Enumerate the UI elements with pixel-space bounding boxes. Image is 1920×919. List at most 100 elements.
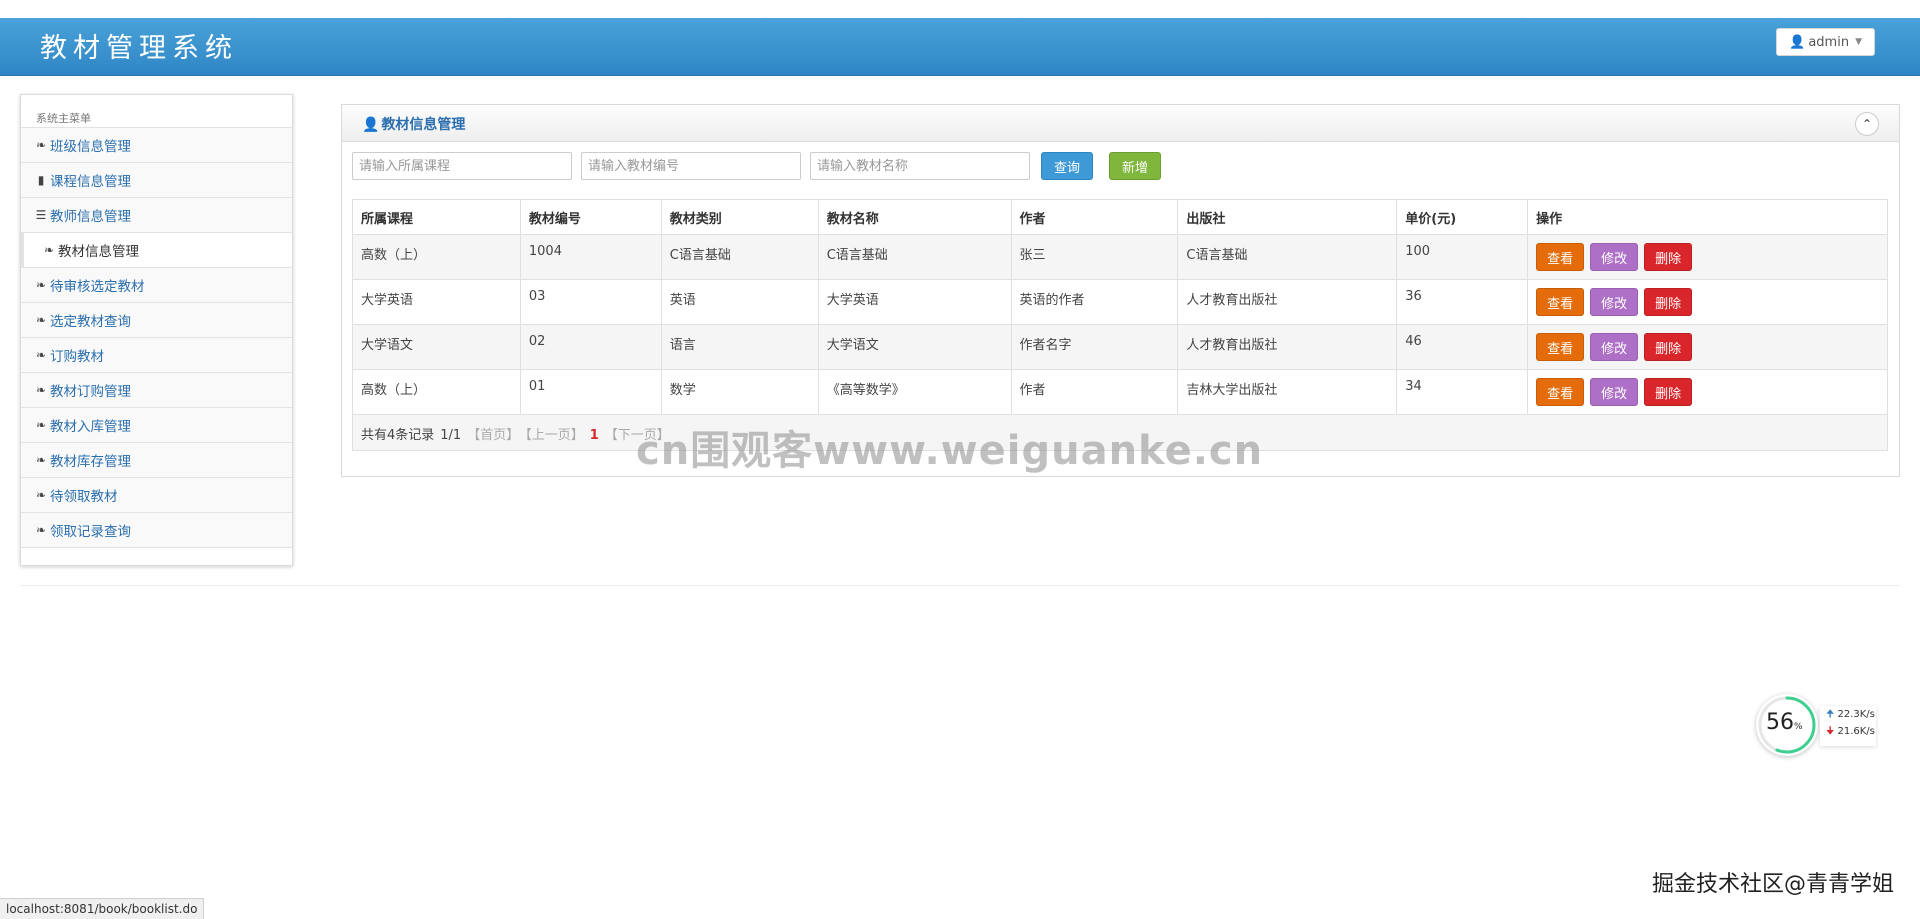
- cell-actions: 查看 修改 删除: [1527, 369, 1888, 415]
- top-navbar: 教材管理系统 👤 admin ▼: [0, 18, 1920, 76]
- first-page-link[interactable]: 【首页】: [467, 428, 519, 443]
- cell-publisher: 人才教育出版社: [1177, 324, 1398, 370]
- caret-down-icon: ▼: [1855, 37, 1862, 47]
- cell-price: 100: [1396, 234, 1529, 280]
- delete-button[interactable]: 删除: [1644, 243, 1693, 271]
- leaf-icon: ❧: [35, 383, 47, 397]
- user-menu-button[interactable]: 👤 admin ▼: [1776, 28, 1875, 56]
- sidebar-item-7[interactable]: ❧ 教材订购管理: [21, 373, 292, 408]
- sidebar-item-3[interactable]: ❧ 教材信息管理: [21, 233, 292, 268]
- book-table: 所属课程 教材编号 教材类别 教材名称 作者 出版社 单价(元) 操作 高数（上） 1004 C语…: [352, 199, 1888, 451]
- delete-button[interactable]: 删除: [1644, 333, 1693, 361]
- column-header[interactable]: 教材类别: [660, 199, 819, 235]
- query-button[interactable]: 查询: [1041, 152, 1094, 180]
- leaf-icon: ❧: [35, 313, 47, 327]
- sidebar-item-label: 订购教材: [50, 349, 104, 365]
- name-search-input[interactable]: [810, 152, 1030, 180]
- chevron-up-icon: ⌃: [1861, 117, 1873, 131]
- network-speed-widget[interactable]: 56% 🠉 22.3K/s 🠋 21.6K/s: [1756, 694, 1876, 760]
- sidebar-item-4[interactable]: ❧ 待审核选定教材: [21, 268, 292, 303]
- search-toolbar: 查询 新增: [352, 152, 1162, 180]
- add-button[interactable]: 新增: [1109, 152, 1162, 180]
- cell-price: 46: [1396, 324, 1529, 370]
- sidebar-item-label: 班级信息管理: [50, 139, 131, 155]
- column-header[interactable]: 教材名称: [817, 199, 1012, 235]
- sidebar-item-9[interactable]: ❧ 教材库存管理: [21, 443, 292, 478]
- sidebar-item-label: 选定教材查询: [50, 314, 131, 330]
- sidebar-item-label: 教材信息管理: [58, 244, 139, 260]
- sidebar-item-label: 待审核选定教材: [50, 279, 145, 295]
- network-speeds: 🠉 22.3K/s 🠋 21.6K/s: [1820, 706, 1876, 746]
- cell-actions: 查看 修改 删除: [1527, 234, 1888, 280]
- view-button[interactable]: 查看: [1536, 288, 1585, 316]
- column-header[interactable]: 出版社: [1177, 199, 1398, 235]
- panel-title: 👤 教材信息管理: [362, 114, 465, 134]
- cell-actions: 查看 修改 删除: [1527, 324, 1888, 370]
- sidebar-item-10[interactable]: ❧ 待领取教材: [21, 478, 292, 513]
- leaf-icon: ❧: [35, 453, 47, 467]
- edit-button[interactable]: 修改: [1590, 333, 1639, 361]
- column-header[interactable]: 作者: [1010, 199, 1179, 235]
- leaf-icon: ❧: [35, 488, 47, 502]
- sidebar-item-label: 待领取教材: [50, 489, 118, 505]
- code-search-input[interactable]: [581, 152, 801, 180]
- leaf-icon: ❧: [35, 348, 47, 362]
- cell-publisher: C语言基础: [1177, 234, 1398, 280]
- leaf-icon: ❧: [43, 243, 55, 257]
- delete-button[interactable]: 删除: [1644, 378, 1693, 406]
- leaf-icon: ❧: [35, 523, 47, 537]
- cell-course: 大学语文: [352, 324, 521, 370]
- panel-header: 👤 教材信息管理 ⌃: [342, 105, 1899, 142]
- list-icon: ☰: [35, 208, 47, 222]
- corner-watermark: 掘金技术社区@青青学姐: [1651, 872, 1894, 897]
- status-bar-url: localhost:8081/book/booklist.do: [0, 898, 205, 919]
- network-usage-value: 56%: [1766, 710, 1803, 735]
- course-search-input[interactable]: [352, 152, 572, 180]
- cell-course: 高数（上）: [352, 234, 521, 280]
- cell-price: 36: [1396, 279, 1529, 325]
- cell-code: 1004: [519, 234, 662, 280]
- column-header[interactable]: 教材编号: [519, 199, 662, 235]
- sidebar-item-6[interactable]: ❧ 订购教材: [21, 338, 292, 373]
- cell-publisher: 吉林大学出版社: [1177, 369, 1398, 415]
- sidebar-item-label: 教材库存管理: [50, 454, 131, 470]
- network-usage-ring: 56%: [1756, 694, 1818, 756]
- table-row: 大学英语 03 英语 大学英语 英语的作者 人才教育出版社 36 查看 修改 删除: [352, 279, 1888, 325]
- view-button[interactable]: 查看: [1536, 333, 1585, 361]
- sidebar-item-0[interactable]: ❧ 班级信息管理: [21, 128, 292, 163]
- prev-page-link[interactable]: 【上一页】: [525, 428, 584, 443]
- edit-button[interactable]: 修改: [1590, 288, 1639, 316]
- edit-button[interactable]: 修改: [1590, 243, 1639, 271]
- sidebar-item-label: 教师信息管理: [50, 209, 131, 225]
- view-button[interactable]: 查看: [1536, 243, 1585, 271]
- sidebar-item-5[interactable]: ❧ 选定教材查询: [21, 303, 292, 338]
- cell-course: 高数（上）: [352, 369, 521, 415]
- sidebar-item-label: 领取记录查询: [50, 524, 131, 540]
- download-speed: 21.6K/s: [1837, 726, 1875, 737]
- cell-code: 01: [519, 369, 662, 415]
- column-header[interactable]: 单价(元): [1396, 199, 1529, 235]
- delete-button[interactable]: 删除: [1644, 288, 1693, 316]
- sidebar-item-1[interactable]: ▮ 课程信息管理: [21, 163, 292, 198]
- sidebar-item-8[interactable]: ❧ 教材入库管理: [21, 408, 292, 443]
- bookmark-icon: ▮: [37, 173, 45, 187]
- sidebar-item-11[interactable]: ❧ 领取记录查询: [21, 513, 292, 548]
- upload-arrow-icon: 🠉: [1826, 709, 1835, 720]
- watermark-text: cn围观客www.weiguanke.cn: [636, 428, 1264, 474]
- table-row: 高数（上） 1004 C语言基础 C语言基础 张三 C语言基础 100 查看 修改 删除: [352, 234, 1888, 280]
- cell-name: 《高等数学》: [817, 369, 1012, 415]
- collapse-panel-button[interactable]: ⌃: [1855, 112, 1879, 136]
- current-page: 1: [589, 428, 599, 443]
- view-button[interactable]: 查看: [1536, 378, 1585, 406]
- cell-course: 大学英语: [352, 279, 521, 325]
- sidebar-item-2[interactable]: ☰ 教师信息管理: [21, 198, 292, 233]
- table-row: 高数（上） 01 数学 《高等数学》 作者 吉林大学出版社 34 查看 修改 删除: [352, 369, 1888, 415]
- cell-code: 02: [519, 324, 662, 370]
- cell-author: 张三: [1010, 234, 1179, 280]
- cell-actions: 查看 修改 删除: [1527, 279, 1888, 325]
- sidebar-menu: 系统主菜单 ❧ 班级信息管理 ▮ 课程信息管理 ☰ 教师信息管理 ❧ 教材信息管理 ❧ 待审核选定…: [20, 94, 293, 566]
- edit-button[interactable]: 修改: [1590, 378, 1639, 406]
- panel-title-text: 教材信息管理: [381, 117, 466, 133]
- column-header[interactable]: 所属课程: [352, 199, 521, 235]
- column-header[interactable]: 操作: [1527, 199, 1888, 235]
